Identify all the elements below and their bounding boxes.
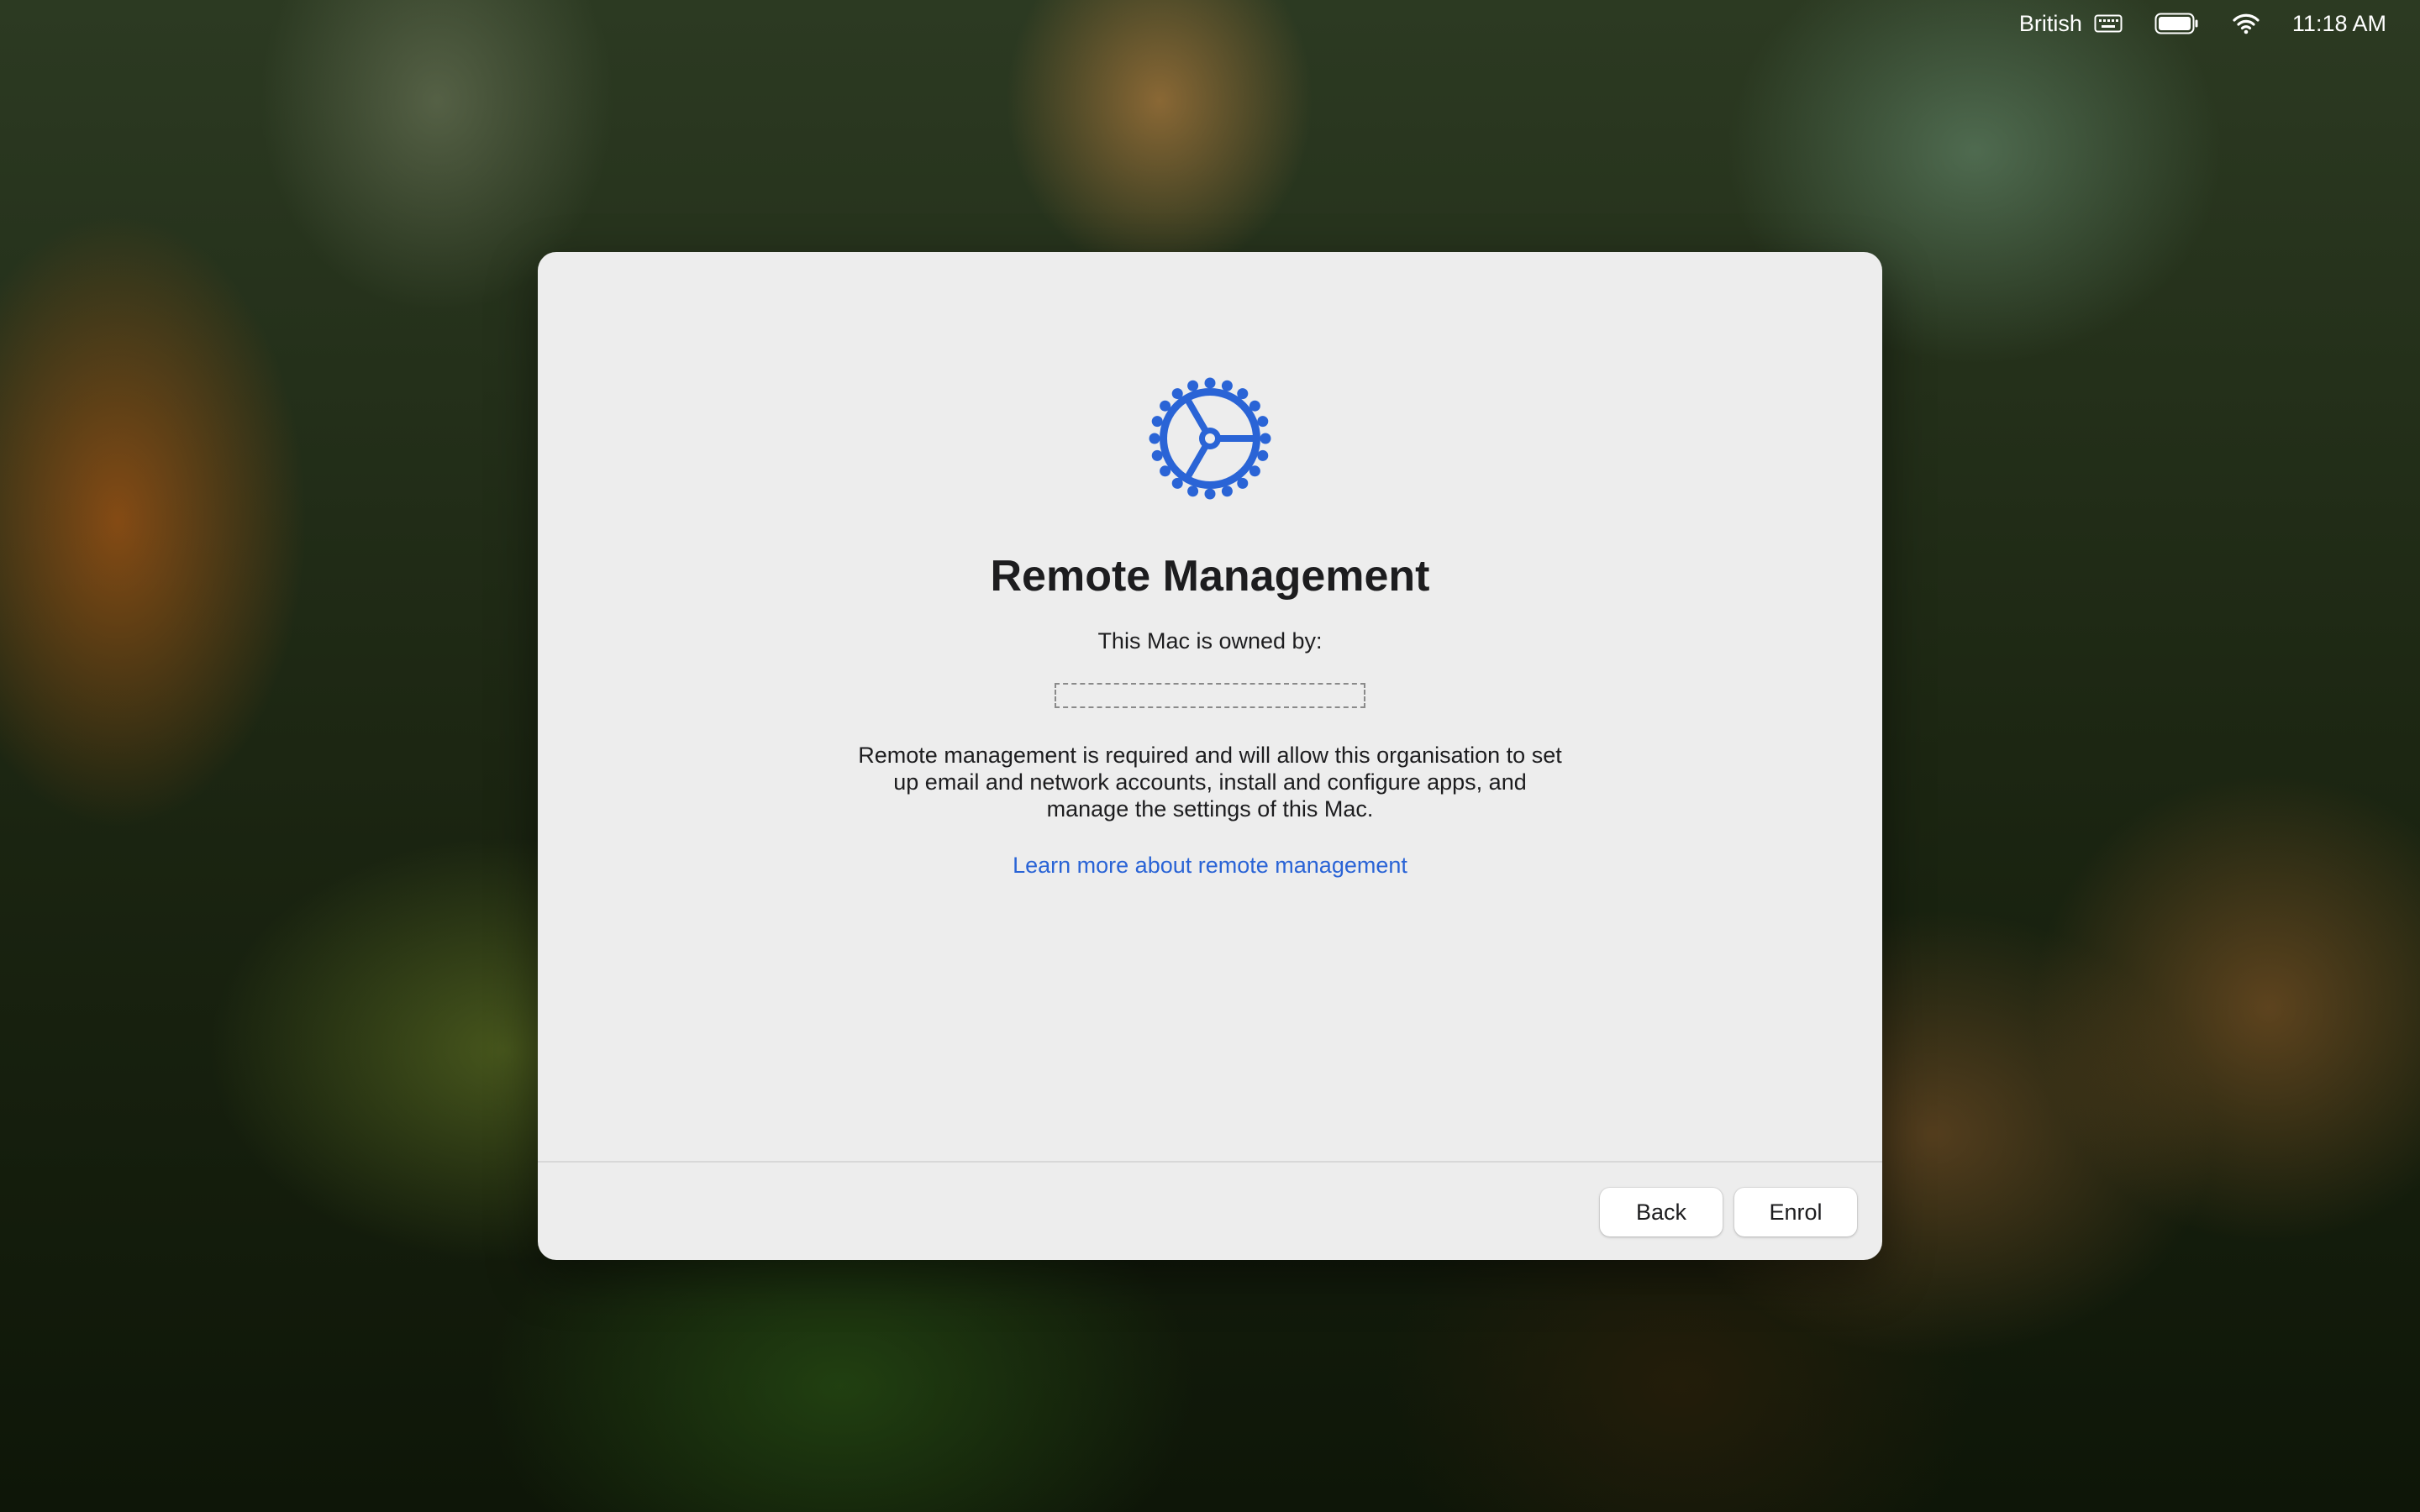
gear-tooth <box>1187 380 1199 391</box>
gear-tooth <box>1257 416 1269 428</box>
gear-tooth <box>1187 486 1199 497</box>
gear-tooth <box>1149 433 1160 444</box>
owned-by-label: This Mac is owned by: <box>1097 628 1323 654</box>
remote-management-description: Remote management is required and will a… <box>858 743 1562 822</box>
menu-bar: British 11:18 AM <box>2019 0 2420 47</box>
dialog-content: Remote Management This Mac is owned by: … <box>538 252 1882 1163</box>
enrol-button[interactable]: Enrol <box>1734 1188 1857 1236</box>
gear-tooth <box>1204 377 1216 389</box>
gear-icon <box>1149 377 1271 500</box>
remote-management-dialog: Remote Management This Mac is owned by: … <box>538 252 1882 1260</box>
learn-more-link[interactable]: Learn more about remote management <box>1013 853 1407 879</box>
input-source-label: British <box>2018 10 2082 36</box>
menubar-clock[interactable]: 11:18 AM <box>2292 11 2386 37</box>
gear-tooth <box>1260 433 1271 444</box>
dialog-footer: Back Enrol <box>538 1161 1882 1260</box>
gear-tooth <box>1221 380 1233 391</box>
gear-tooth <box>1221 486 1233 497</box>
input-source-menu[interactable]: British <box>2019 11 2123 37</box>
gear-tooth <box>1204 488 1216 500</box>
wifi-icon[interactable] <box>2232 13 2260 34</box>
gear-tooth <box>1151 449 1163 461</box>
gear-tooth <box>1151 416 1163 428</box>
back-button[interactable]: Back <box>1600 1188 1723 1236</box>
battery-icon[interactable] <box>2154 13 2200 34</box>
gear-tooth <box>1257 449 1269 461</box>
page-title: Remote Management <box>990 552 1430 601</box>
keyboard-icon <box>2094 14 2123 33</box>
owner-name-placeholder <box>1055 683 1365 708</box>
